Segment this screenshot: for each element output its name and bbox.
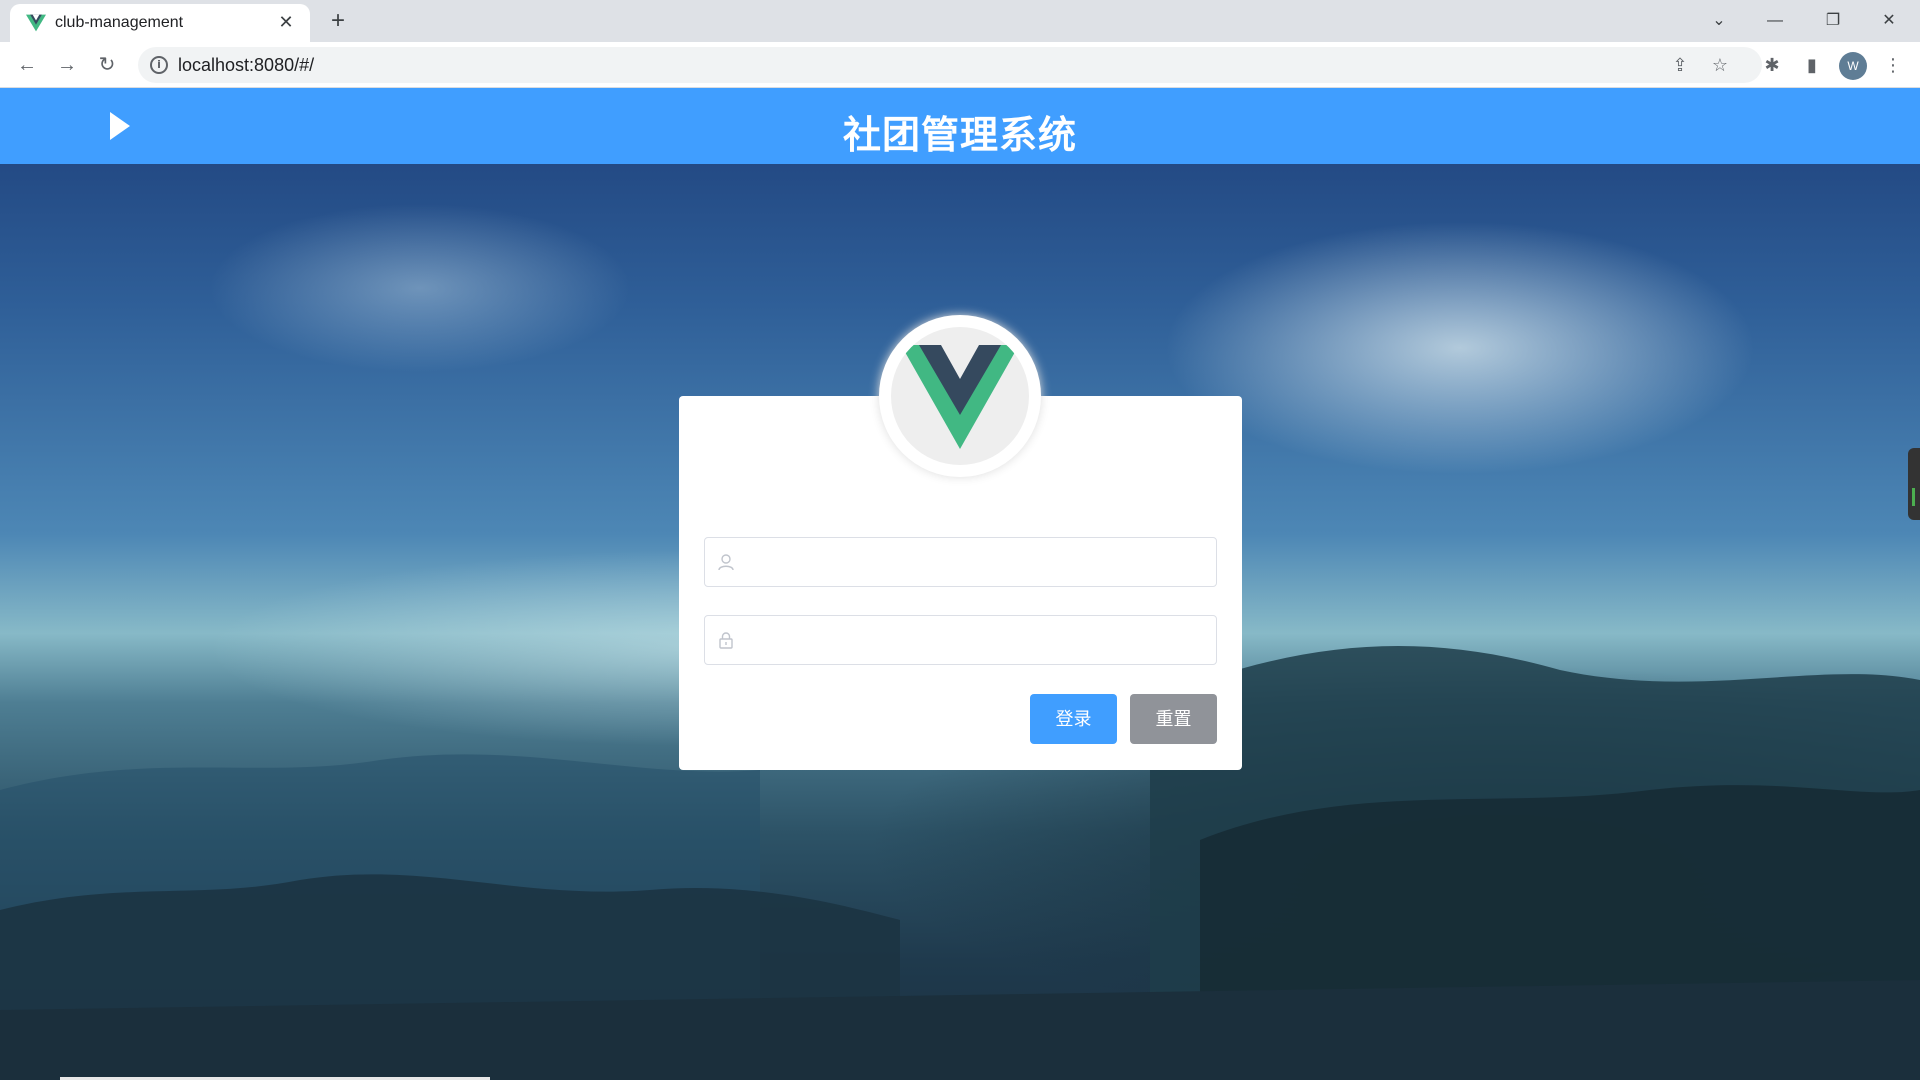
url-text[interactable]: localhost:8080/#/: [178, 55, 314, 76]
tab-title: club-management: [55, 14, 184, 31]
page-title: 社团管理系统: [842, 115, 1077, 157]
username-field[interactable]: [704, 537, 1217, 587]
close-window-icon[interactable]: ✕: [1872, 4, 1906, 38]
avatar: [879, 315, 1041, 477]
extensions-icon[interactable]: ✱: [1757, 50, 1787, 80]
password-field[interactable]: [704, 615, 1217, 665]
back-icon[interactable]: ←: [12, 50, 42, 80]
tab-search-icon[interactable]: ⌄: [1702, 4, 1736, 38]
user-icon: [718, 554, 734, 571]
bookmark-star-icon[interactable]: ☆: [1708, 53, 1732, 77]
vue-favicon-icon: [26, 14, 46, 32]
browser-tab[interactable]: club-management ✕: [10, 4, 310, 42]
side-handle[interactable]: [1908, 448, 1920, 520]
page-content: 社团管理系统 登录 重置: [0, 88, 1920, 1080]
close-tab-icon[interactable]: ✕: [274, 10, 298, 34]
vue-logo-icon: [901, 345, 1019, 449]
profile-avatar[interactable]: W: [1839, 52, 1867, 80]
reset-button[interactable]: 重置: [1130, 694, 1217, 744]
browser-toolbar: ← → ↻ i localhost:8080/#/ ⇪ ☆ ✱ ▮ W ⋮: [0, 42, 1920, 88]
address-bar[interactable]: i localhost:8080/#/ ⇪ ☆: [138, 47, 1762, 83]
reload-icon[interactable]: ↻: [92, 50, 122, 80]
side-panel-icon[interactable]: ▮: [1797, 50, 1827, 80]
site-info-icon[interactable]: i: [150, 56, 168, 74]
forward-icon[interactable]: →: [52, 50, 82, 80]
login-button[interactable]: 登录: [1030, 694, 1117, 744]
username-input[interactable]: [745, 538, 1205, 586]
app-header: 社团管理系统: [0, 88, 1920, 164]
new-tab-icon[interactable]: +: [324, 8, 352, 36]
minimize-icon[interactable]: —: [1758, 4, 1792, 38]
menu-kebab-icon[interactable]: ⋮: [1878, 50, 1908, 80]
browser-tab-bar: club-management ✕ + ⌄ — ❐ ✕: [0, 0, 1920, 42]
share-icon[interactable]: ⇪: [1668, 53, 1692, 77]
restore-icon[interactable]: ❐: [1816, 4, 1850, 38]
password-input[interactable]: [745, 616, 1205, 664]
lock-icon: [719, 632, 733, 649]
